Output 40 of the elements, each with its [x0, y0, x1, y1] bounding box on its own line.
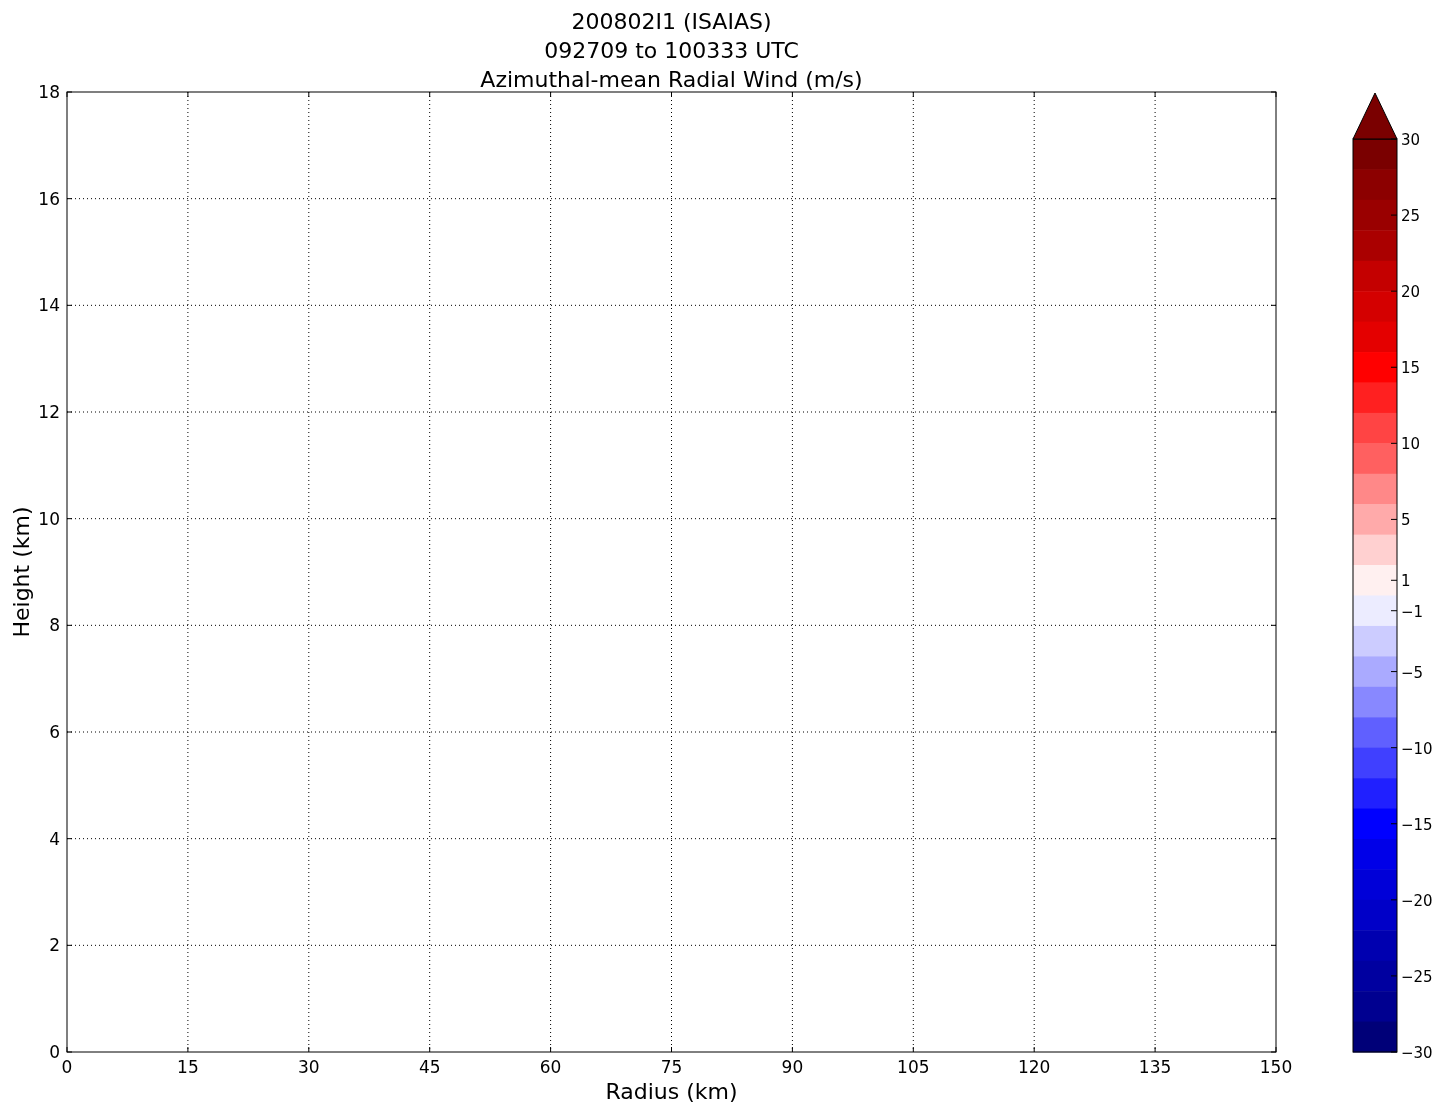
- x-tick-label: 45: [418, 1057, 441, 1077]
- colorbar-tick-label: −10: [1401, 739, 1433, 758]
- x-tick-label: 90: [781, 1057, 804, 1077]
- y-tick-label: 16: [38, 188, 60, 209]
- x-tick-label: 135: [1138, 1057, 1172, 1077]
- colorbar-tick-label: 20: [1401, 283, 1421, 302]
- x-tick-label: 15: [177, 1057, 199, 1077]
- colorbar-tick-label: −25: [1401, 967, 1433, 986]
- x-tick-label: 0: [61, 1057, 73, 1077]
- y-tick-label: 12: [38, 402, 60, 422]
- colorbar-tick-label: 10: [1401, 435, 1421, 454]
- y-tick-label: 2: [49, 935, 60, 956]
- y-tick-label: 0: [49, 1042, 60, 1062]
- y-axis-label: Height (km): [9, 506, 34, 638]
- colorbar-tick-label: −15: [1401, 815, 1433, 834]
- y-tick-label: 6: [49, 722, 60, 742]
- x-tick-label: 150: [1259, 1057, 1293, 1077]
- colorbar-tick-label: −1: [1401, 602, 1424, 621]
- x-tick-label: 120: [1017, 1057, 1051, 1077]
- colorbar-tick-label: 1: [1401, 572, 1411, 591]
- y-tick-label: 10: [38, 508, 60, 529]
- y-tick-label: 14: [38, 295, 60, 316]
- x-tick-label: 75: [660, 1057, 683, 1077]
- chart-title: 092709 to 100333 UTC: [544, 38, 799, 63]
- chart-title: 200802I1 (ISAIAS): [571, 9, 772, 34]
- colorbar-tick-label: 25: [1401, 207, 1421, 226]
- colorbar-tick-label: −5: [1401, 663, 1424, 682]
- x-tick-label: 105: [897, 1057, 930, 1077]
- colorbar-tick-label: 5: [1401, 511, 1411, 530]
- x-tick-label: 30: [298, 1057, 320, 1077]
- x-tick-label: 60: [539, 1057, 562, 1077]
- colorbar-tick-label: −20: [1401, 891, 1433, 910]
- colorbar-tick-label: 30: [1401, 131, 1421, 149]
- colorbar-tick-label: 15: [1401, 359, 1421, 378]
- y-tick-label: 8: [49, 615, 60, 636]
- y-tick-label: 18: [38, 82, 60, 102]
- colorbar-tick-label: −30: [1401, 1044, 1433, 1062]
- y-tick-label: 4: [49, 828, 60, 849]
- x-axis-label: Radius (km): [605, 1079, 738, 1104]
- chart-title: Azimuthal-mean Radial Wind (m/s): [480, 67, 863, 92]
